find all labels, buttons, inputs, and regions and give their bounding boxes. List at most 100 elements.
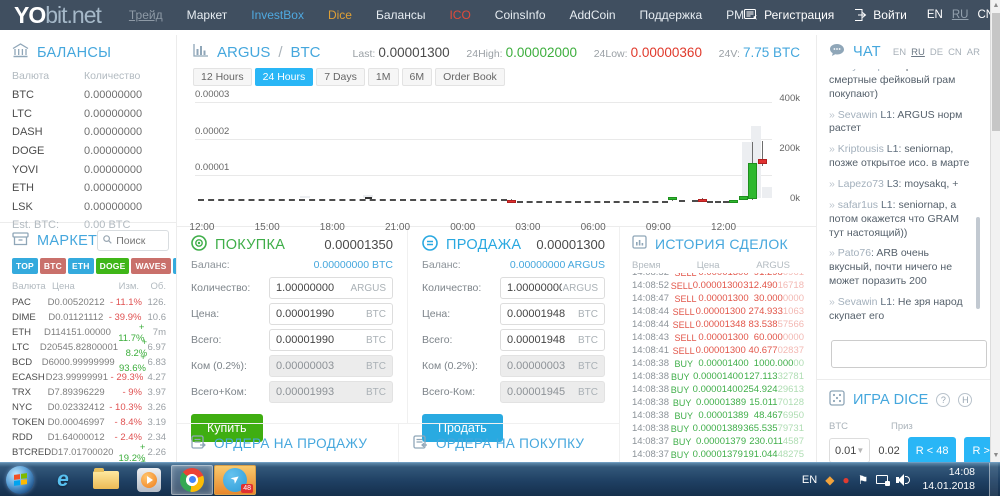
market-row[interactable]: ECASHD23.99999991- 29.3%4.27 <box>12 370 166 385</box>
site-lang-en[interactable]: EN <box>927 9 943 21</box>
tray-app-icon[interactable]: ● <box>842 474 849 486</box>
market-tab-eth[interactable]: ETH <box>68 258 94 274</box>
nav-item-маркет[interactable]: Маркет <box>187 8 228 22</box>
nav-item-pm[interactable]: PM <box>726 8 744 22</box>
tray-shield-icon[interactable]: ◆ <box>825 474 834 486</box>
dice-roll-high-button[interactable]: R > 52 <box>964 437 990 462</box>
chat-username[interactable]: Sevawin <box>838 296 878 308</box>
speaker-icon[interactable] <box>896 474 910 486</box>
history-row[interactable]: 14:08:43SELL0.0000130060.0000000 <box>632 331 804 344</box>
history-row[interactable]: 14:08:37BUY0.00001379230.0114587 <box>632 435 804 448</box>
history-row[interactable]: 14:08:47SELL0.0000130030.0000000 <box>632 292 804 305</box>
register-link[interactable]: Регистрация <box>744 8 834 22</box>
keyboard-language-indicator[interactable]: EN <box>802 474 817 486</box>
pair-quote[interactable]: BTC <box>291 44 321 61</box>
chat-username[interactable]: Kriptousis <box>838 143 884 155</box>
market-row[interactable]: BCDD6000.99999999+ 93.6%6.83 <box>12 355 166 370</box>
taskbar-chrome[interactable] <box>171 465 213 495</box>
site-logo[interactable]: YObit.net <box>14 1 101 29</box>
nav-item-coinsinfo[interactable]: CoinsInfo <box>495 8 546 22</box>
market-tab-usd[interactable]: USD <box>173 258 176 274</box>
dice-roll-low-button[interactable]: R < 48 <box>908 437 957 462</box>
taskbar-clock[interactable]: 14:08 14.01.2018 <box>922 466 975 492</box>
chat-username[interactable]: safar1us <box>838 199 878 211</box>
network-icon[interactable] <box>876 475 888 484</box>
market-row[interactable]: PACD0.00520212- 11.1%126. <box>12 295 166 310</box>
range-7-days[interactable]: 7 Days <box>316 68 365 86</box>
chat-lang-cn[interactable]: CN <box>948 47 962 58</box>
chat-username[interactable]: Sevawin <box>838 109 878 121</box>
trade-amount: 312.49016718 <box>743 280 804 291</box>
nav-item-балансы[interactable]: Балансы <box>376 8 425 22</box>
history-row[interactable]: 14:08:38BUY0.00001400254.92429613 <box>632 383 804 396</box>
scrollbar-thumb[interactable] <box>992 13 1000 131</box>
taskbar-media-player[interactable] <box>128 465 170 495</box>
search-input[interactable] <box>116 235 164 247</box>
dice-help-icon[interactable]: ? <box>936 393 950 407</box>
history-row[interactable]: 14:08:41SELL0.0000130040.67702837 <box>632 344 804 357</box>
scrollbar-up-arrow[interactable]: ▲ <box>991 0 1000 12</box>
range-1m[interactable]: 1M <box>368 68 399 86</box>
market-row[interactable]: NYCD0.02332412- 10.3%3.26 <box>12 400 166 415</box>
pair-base[interactable]: ARGUS <box>217 44 270 61</box>
sell-balance-link[interactable]: 0.00000000 ARGUS <box>510 259 605 271</box>
market-tab-waves[interactable]: WAVES <box>131 258 170 274</box>
history-row[interactable]: 14:08:37BUY0.00001379191.04448275 <box>632 448 804 461</box>
taskbar-internet-explorer[interactable]: e <box>42 465 84 495</box>
start-button[interactable] <box>6 466 34 494</box>
chat-lang-ru[interactable]: RU <box>911 47 925 58</box>
chat-username[interactable]: Lapezo73 <box>838 178 884 190</box>
chat-lang-en[interactable]: EN <box>893 47 906 58</box>
taskbar-telegram[interactable]: ➤ 48 <box>214 465 256 495</box>
tray-flag-icon[interactable]: ⚑ <box>858 474 869 486</box>
login-link[interactable]: Войти <box>854 8 907 22</box>
history-row[interactable]: 14:08:44SELL0.0000134883.53857566 <box>632 318 804 331</box>
market-tab-top[interactable]: TOP <box>12 258 38 274</box>
market-tab-btc[interactable]: BTC <box>40 258 66 274</box>
buy-best-price[interactable]: 0.00001350 <box>324 237 393 252</box>
chat-lang-ar[interactable]: AR <box>967 47 980 58</box>
sell-best-price[interactable]: 0.00001300 <box>536 237 605 252</box>
taskbar-file-explorer[interactable] <box>85 465 127 495</box>
nav-item-investbox[interactable]: InvestBox <box>251 8 304 22</box>
buy-field-input[interactable] <box>276 308 366 320</box>
history-row[interactable]: 14:08:52SELL0.00001300312.49016718 <box>632 279 804 292</box>
scrollbar-down-arrow[interactable]: ▼ <box>991 450 1000 462</box>
nav-item-трейд[interactable]: Трейд <box>129 8 163 22</box>
history-row[interactable]: 14:08:38BUY0.00001389365.53579731 <box>632 422 804 435</box>
nav-item-поддержка[interactable]: Поддержка <box>640 8 703 22</box>
history-row[interactable]: 14:08:38BUY0.0000138915.01170128 <box>632 396 804 409</box>
show-desktop-button[interactable] <box>989 463 998 496</box>
nav-item-addcoin[interactable]: AddCoin <box>570 8 616 22</box>
history-row[interactable]: 14:08:38BUY0.000014001000.00000 <box>632 357 804 370</box>
market-search[interactable] <box>97 230 169 251</box>
buy-field-input[interactable] <box>276 282 350 294</box>
buy-field-input[interactable] <box>276 334 366 346</box>
nav-item-ico[interactable]: ICO <box>449 8 470 22</box>
history-row[interactable]: 14:08:38BUY0.00001400127.11332781 <box>632 370 804 383</box>
buy-balance-link[interactable]: 0.00000000 BTC <box>314 259 393 271</box>
chat-input[interactable] <box>831 340 987 368</box>
chat-username[interactable]: Pato76 <box>838 247 871 259</box>
market-row[interactable]: TRXD7.89396229- 9%3.97 <box>12 385 166 400</box>
market-tab-doge[interactable]: DOGE <box>96 258 130 274</box>
range-24-hours[interactable]: 24 Hours <box>255 68 314 86</box>
market-row[interactable]: TOKEND0.00046997- 8.4%3.19 <box>12 415 166 430</box>
chat-username[interactable]: moysakq <box>838 69 880 72</box>
chat-lang-de[interactable]: DE <box>930 47 943 58</box>
chat-scrollbar-thumb[interactable] <box>976 217 980 309</box>
history-row[interactable]: 14:08:44SELL0.00001300274.9331063 <box>632 305 804 318</box>
dice-bet-select[interactable]: 0.01 ▼ <box>829 438 870 462</box>
nav-item-dice[interactable]: Dice <box>328 8 352 22</box>
browser-scrollbar[interactable]: ▲ ▼ <box>990 0 1000 462</box>
range-6m[interactable]: 6M <box>402 68 433 86</box>
sell-field-input[interactable] <box>507 334 578 346</box>
site-lang-ru[interactable]: RU <box>952 9 969 21</box>
sell-field-input[interactable] <box>507 308 578 320</box>
history-row[interactable]: 14:08:38BUY0.0000138948.4676950 <box>632 409 804 422</box>
range-12-hours[interactable]: 12 Hours <box>193 68 252 86</box>
candlestick-chart[interactable]: 0.000030.000020.00001400k200k0k12:0015:0… <box>195 90 772 238</box>
sell-field-input[interactable] <box>507 282 562 294</box>
range-order-book[interactable]: Order Book <box>435 68 505 86</box>
dice-history-icon[interactable]: H <box>958 393 972 407</box>
